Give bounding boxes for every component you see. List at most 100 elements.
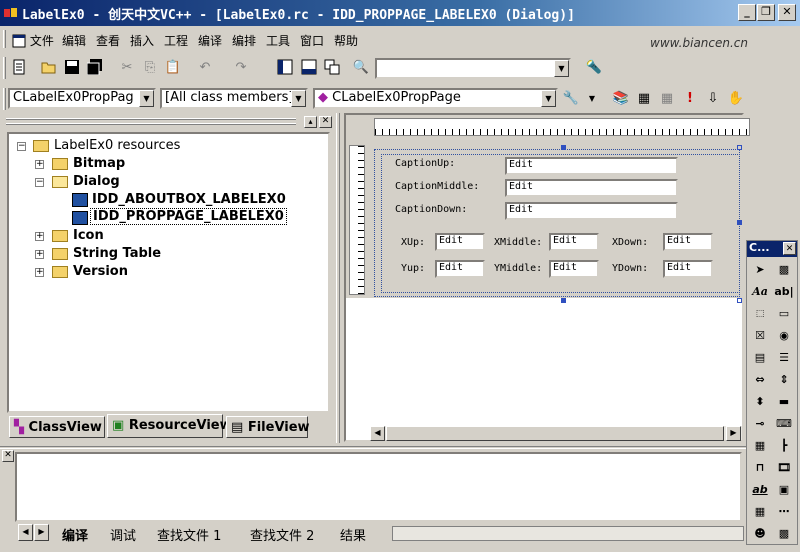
window-list-icon[interactable]	[323, 59, 341, 77]
tab-scroll-right-icon[interactable]: ▶	[34, 524, 49, 541]
edit-caption-down[interactable]: Edit	[505, 202, 678, 220]
wizard-action-icon[interactable]: 🔧	[562, 90, 580, 108]
resize-handle[interactable]	[737, 145, 742, 150]
pane-grip[interactable]	[6, 118, 296, 120]
static-text-tool-icon[interactable]: Aa	[749, 282, 771, 302]
tab-output-find1[interactable]: 查找文件 1	[157, 525, 221, 544]
menu-project[interactable]: 工程	[164, 32, 188, 49]
edit-caption-middle[interactable]: Edit	[505, 179, 678, 197]
toolbar-grip[interactable]	[3, 57, 6, 79]
copy-icon[interactable]: ⎘	[141, 59, 159, 77]
menu-file[interactable]: 文件	[12, 32, 54, 49]
tab-scroll-left-icon[interactable]: ◀	[18, 524, 33, 541]
resize-handle[interactable]	[737, 298, 742, 303]
menu-build[interactable]: 编译	[198, 32, 222, 49]
scroll-thumb[interactable]	[386, 426, 724, 441]
tree-node-version[interactable]: Version	[73, 264, 128, 279]
pane-close-button[interactable]: ✕	[319, 116, 332, 128]
palette-close-button[interactable]: ✕	[783, 242, 796, 255]
compile-icon[interactable]: 📚	[612, 90, 630, 108]
richedit-tool-icon[interactable]: ab	[749, 480, 771, 500]
breakpoint-hand-icon[interactable]: ✋	[727, 90, 745, 108]
find-in-files-icon[interactable]: 🔍	[352, 59, 370, 77]
edit-caption-up[interactable]: Edit	[505, 157, 678, 175]
expand-icon[interactable]: +	[35, 250, 44, 259]
vscroll-tool-icon[interactable]: ⇕	[773, 370, 795, 390]
undo-icon[interactable]: ↶	[196, 59, 214, 77]
horizontal-ruler[interactable]	[374, 118, 750, 136]
slider-tool-icon[interactable]: ⊸	[749, 414, 771, 434]
custom-control-tool-icon[interactable]: ☻	[749, 524, 771, 544]
expand-icon[interactable]: +	[35, 268, 44, 277]
tree-node-icon[interactable]: Icon	[73, 228, 104, 243]
dialog-template[interactable]: CaptionUp: Edit CaptionMiddle: Edit Capt…	[374, 145, 742, 303]
output-splitter[interactable]	[0, 446, 746, 449]
group-box-tool-icon[interactable]: ⬚	[749, 304, 771, 324]
menubar-grip[interactable]	[3, 30, 6, 48]
tab-output-results[interactable]: 结果	[340, 525, 366, 544]
workspace-icon[interactable]	[276, 59, 294, 77]
menu-edit[interactable]: 编辑	[62, 32, 86, 49]
combo-tool-icon[interactable]: ▤	[749, 348, 771, 368]
restore-button[interactable]: ❐	[757, 4, 775, 21]
wizardbar-grip[interactable]	[3, 88, 6, 110]
checkbox-tool-icon[interactable]: ☒	[749, 326, 771, 346]
palette-title[interactable]: C... ✕	[747, 241, 797, 257]
picture-tool-icon[interactable]: ▩	[773, 260, 795, 280]
animate-tool-icon[interactable]: 🎞	[773, 458, 795, 478]
output-close-button[interactable]: ✕	[2, 450, 14, 462]
hscroll-tool-icon[interactable]: ⇔	[749, 370, 771, 390]
scroll-right-icon[interactable]: ▶	[726, 426, 741, 441]
class-combo[interactable]: CLabelEx0PropPag ▼	[8, 88, 156, 109]
tab-fileview[interactable]: ▤ FileView	[226, 416, 310, 438]
tab-output-find2[interactable]: 查找文件 2	[250, 525, 314, 544]
menu-tools[interactable]: 工具	[266, 32, 290, 49]
tree-node-bitmap[interactable]: Bitmap	[73, 156, 125, 171]
save-all-icon[interactable]	[86, 59, 104, 77]
hotkey-tool-icon[interactable]: ⌨	[773, 414, 795, 434]
collapse-icon[interactable]: −	[17, 142, 26, 151]
activex-tool-icon[interactable]: ▩	[773, 524, 795, 544]
tree-node-string-table[interactable]: String Table	[73, 246, 161, 261]
tree-node-aboutbox[interactable]: IDD_ABOUTBOX_LABELEX0	[92, 192, 286, 207]
treectrl-tool-icon[interactable]: ┣	[773, 436, 795, 456]
edit-box-tool-icon[interactable]: ab|	[773, 282, 795, 302]
redo-icon[interactable]: ↷	[232, 59, 250, 77]
output-text[interactable]	[15, 452, 742, 522]
wizard-dropdown-icon[interactable]: ▼	[583, 90, 601, 108]
chevron-down-icon[interactable]: ▼	[554, 60, 569, 77]
progress-tool-icon[interactable]: ▬	[773, 392, 795, 412]
chevron-down-icon[interactable]: ▼	[541, 90, 556, 107]
build-icon[interactable]: ▦	[635, 90, 653, 108]
tab-classview[interactable]: ▚ ClassView	[9, 416, 105, 438]
save-icon[interactable]	[63, 59, 81, 77]
datetime-tool-icon[interactable]: ▣	[773, 480, 795, 500]
scroll-left-icon[interactable]: ◀	[370, 426, 385, 441]
horizontal-scrollbar[interactable]: ◀ ▶	[370, 425, 742, 441]
new-text-icon[interactable]	[10, 59, 28, 77]
tab-resourceview[interactable]: ▣ ResourceView	[107, 414, 232, 438]
menu-layout[interactable]: 编排	[232, 32, 256, 49]
edit-yup[interactable]: Edit	[435, 260, 485, 278]
grid-tool-icon[interactable]: ▦	[749, 502, 771, 522]
spin-tool-icon[interactable]: ⬍	[749, 392, 771, 412]
tree-node-proppage[interactable]: IDD_PROPPAGE_LABELEX0	[90, 208, 287, 225]
filter-combo[interactable]: [All class members] ▼	[160, 88, 308, 109]
ipaddress-tool-icon[interactable]: ⋯	[773, 502, 795, 522]
execute-icon[interactable]: !	[681, 90, 699, 108]
resize-handle[interactable]	[561, 298, 566, 303]
find-icon[interactable]: 🔦	[585, 59, 603, 77]
pane-restore-button[interactable]: ▴	[304, 116, 317, 128]
tab-output-debug[interactable]: 调试	[110, 525, 136, 544]
chevron-down-icon[interactable]: ▼	[291, 90, 306, 107]
member-combo[interactable]: ◆ CLabelEx0PropPage ▼	[313, 88, 558, 109]
pane-grip[interactable]	[6, 123, 296, 125]
close-button[interactable]: ✕	[778, 4, 796, 21]
menu-view[interactable]: 查看	[96, 32, 120, 49]
button-tool-icon[interactable]: ▭	[773, 304, 795, 324]
edit-xmiddle[interactable]: Edit	[549, 233, 599, 251]
menu-help[interactable]: 帮助	[334, 32, 358, 49]
edit-xdown[interactable]: Edit	[663, 233, 713, 251]
output-hscrollbar[interactable]	[392, 526, 744, 541]
tree-root[interactable]: LabelEx0 resources	[54, 138, 180, 153]
